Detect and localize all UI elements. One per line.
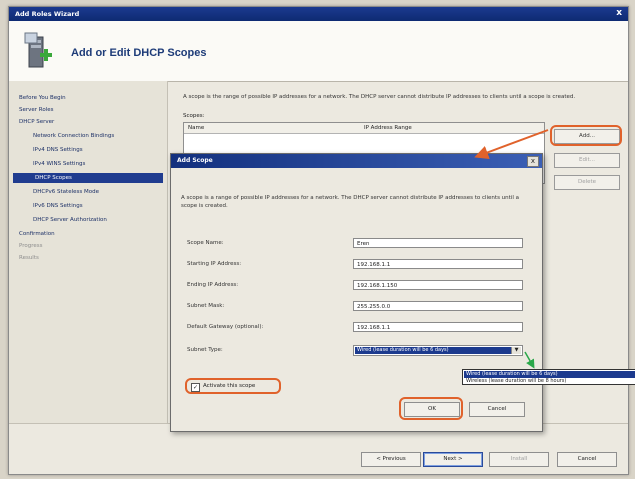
subnet-type-selected-value: Wired (lease duration will be 6 days) <box>355 347 511 354</box>
next-button[interactable]: Next > <box>423 452 483 467</box>
activate-scope-checkbox[interactable]: ✓ <box>191 383 200 392</box>
add-scope-dialog: Add Scope x A scope is a range of possib… <box>170 153 543 432</box>
column-header-name[interactable]: Name <box>188 125 204 131</box>
nav-item-confirmation[interactable]: Confirmation <box>19 229 55 239</box>
nav-item-before-you-begin[interactable]: Before You Begin <box>19 93 66 103</box>
nav-item-ipv4-wins-settings[interactable]: IPv4 WINS Settings <box>33 159 85 169</box>
nav-item-dhcp-server-authorization[interactable]: DHCP Server Authorization <box>33 215 107 225</box>
nav-item-ipv4-dns-settings[interactable]: IPv4 DNS Settings <box>33 145 83 155</box>
install-button: Install <box>489 452 549 467</box>
previous-button[interactable]: < Previous <box>361 452 421 467</box>
nav-item-dhcp-scopes[interactable]: DHCP Scopes <box>13 173 163 183</box>
dialog-close-icon[interactable]: x <box>527 156 539 167</box>
wizard-cancel-button[interactable]: Cancel <box>557 452 617 467</box>
add-button-highlight <box>550 125 622 146</box>
dialog-title-bar[interactable]: Add Scope x <box>171 154 542 168</box>
activate-scope-checkbox-highlight: ✓ Activate this scope <box>185 378 281 394</box>
chevron-down-icon[interactable]: ▼ <box>511 347 521 354</box>
nav-item-ipv6-dns-settings[interactable]: IPv6 DNS Settings <box>33 201 83 211</box>
nav-item-dhcpv6-stateless-mode[interactable]: DHCPv6 Stateless Mode <box>33 187 99 197</box>
dialog-description: A scope is a range of possible IP addres… <box>181 195 519 209</box>
nav-item-server-roles[interactable]: Server Roles <box>19 105 54 115</box>
page-title: Add or Edit DHCP Scopes <box>71 47 207 59</box>
subnet-type-option-wireless[interactable]: Wireless (lease duration will be 8 hours… <box>464 378 635 385</box>
subnet-type-label: Subnet Type: <box>187 347 223 353</box>
nav-item-dhcp-server[interactable]: DHCP Server <box>19 117 54 127</box>
window-close-icon[interactable]: x <box>616 8 622 18</box>
wizard-header: Add or Edit DHCP Scopes <box>9 21 628 82</box>
wizard-steps-nav: Before You Begin Server Roles DHCP Serve… <box>9 81 168 423</box>
starting-ip-label: Starting IP Address: <box>187 261 242 267</box>
nav-item-network-connection-bindings[interactable]: Network Connection Bindings <box>33 131 114 141</box>
ending-ip-label: Ending IP Address: <box>187 282 239 288</box>
edit-scope-button: Edit... <box>554 153 620 168</box>
scopes-description: A scope is the range of possible IP addr… <box>183 94 576 100</box>
activate-scope-label[interactable]: Activate this scope <box>203 383 255 389</box>
default-gateway-label: Default Gateway (optional): <box>187 324 264 330</box>
dialog-title: Add Scope <box>177 157 213 164</box>
window-title-bar[interactable]: Add Roles Wizard x <box>9 7 628 21</box>
default-gateway-input[interactable]: 192.168.1.1 <box>353 322 523 332</box>
nav-item-progress: Progress <box>19 243 43 249</box>
scope-name-label: Scope Name: <box>187 240 224 246</box>
column-header-ip-range[interactable]: IP Address Range <box>364 125 412 131</box>
subnet-type-option-wired[interactable]: Wired (lease duration will be 6 days) <box>464 371 635 378</box>
dialog-ok-button[interactable]: OK <box>404 402 460 417</box>
scopes-table-header: Name IP Address Range <box>184 123 544 134</box>
server-role-icon <box>23 31 53 71</box>
dialog-cancel-button[interactable]: Cancel <box>469 402 525 417</box>
subnet-mask-input[interactable]: 255.255.0.0 <box>353 301 523 311</box>
scope-name-input[interactable]: Eren <box>353 238 523 248</box>
scopes-label: Scopes: <box>183 113 205 119</box>
ending-ip-input[interactable]: 192.168.1.150 <box>353 280 523 290</box>
subnet-type-select[interactable]: Wired (lease duration will be 6 days) ▼ <box>353 345 523 356</box>
window-title: Add Roles Wizard <box>15 10 80 18</box>
subnet-type-dropdown-list[interactable]: Wired (lease duration will be 6 days) Wi… <box>462 369 635 385</box>
starting-ip-input[interactable]: 192.168.1.1 <box>353 259 523 269</box>
nav-item-results: Results <box>19 255 39 261</box>
delete-scope-button: Delete <box>554 175 620 190</box>
subnet-mask-label: Subnet Mask: <box>187 303 225 309</box>
